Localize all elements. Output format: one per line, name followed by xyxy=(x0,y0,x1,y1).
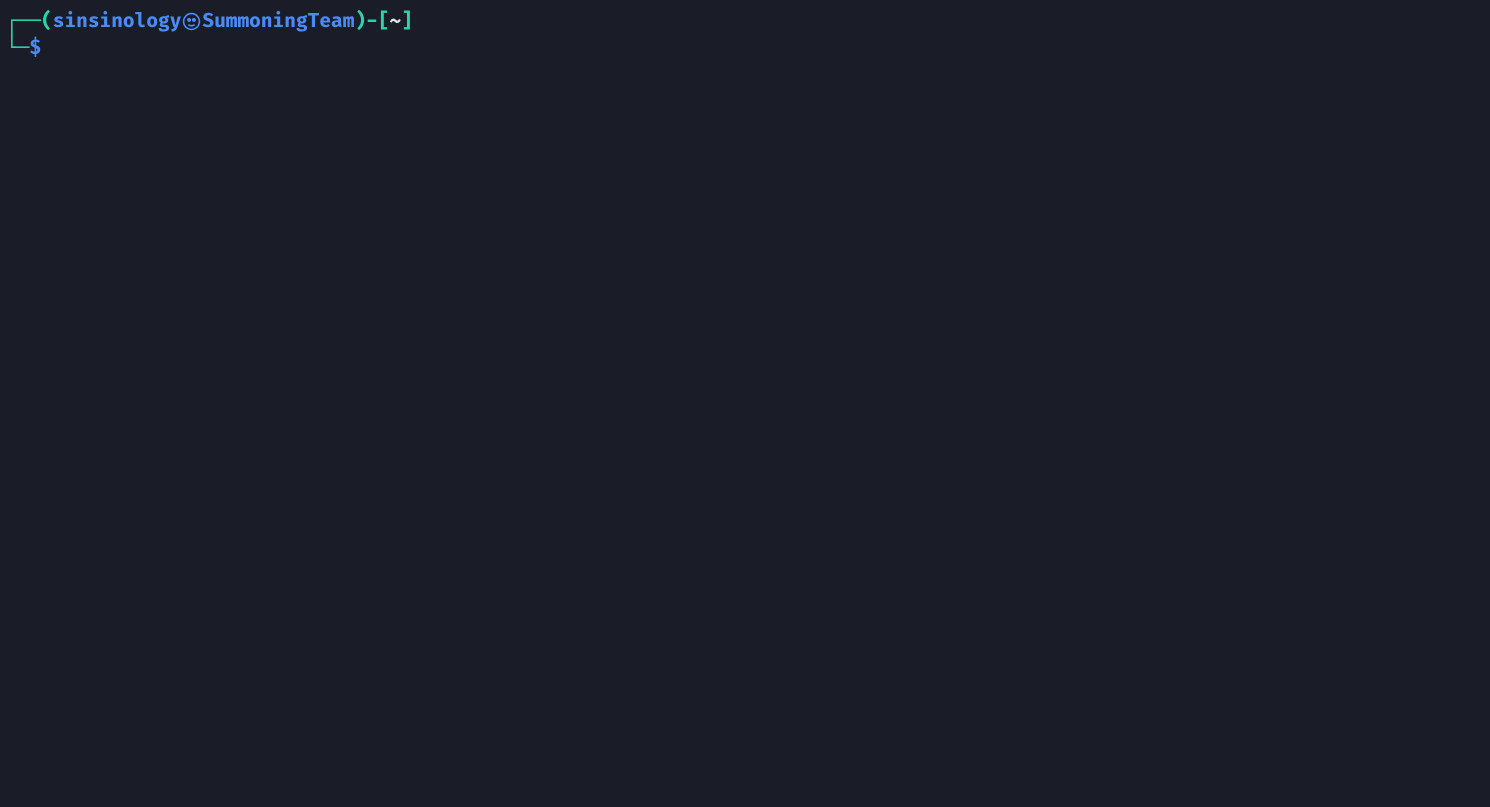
prompt-dollar: $ xyxy=(29,35,41,62)
command-input[interactable] xyxy=(43,37,53,59)
prompt-hostname: SummoningTeam xyxy=(202,9,354,33)
box-drawing-top: ┌── xyxy=(6,9,41,33)
prompt-dash: - xyxy=(366,9,378,33)
prompt-username: sinsinology xyxy=(53,9,182,33)
prompt-cwd: ~ xyxy=(390,9,402,33)
box-drawing-bottom: └─ xyxy=(6,35,29,62)
bracket-open: [ xyxy=(378,9,390,33)
paren-open: ( xyxy=(41,9,53,33)
prompt-line-2: └─$ xyxy=(6,35,1484,62)
skull-icon xyxy=(182,12,201,31)
bracket-close: ] xyxy=(401,9,413,33)
paren-close: ) xyxy=(354,9,366,33)
prompt-line-1: ┌──(sinsinology SummoningTeam)-[~] xyxy=(6,8,1484,35)
